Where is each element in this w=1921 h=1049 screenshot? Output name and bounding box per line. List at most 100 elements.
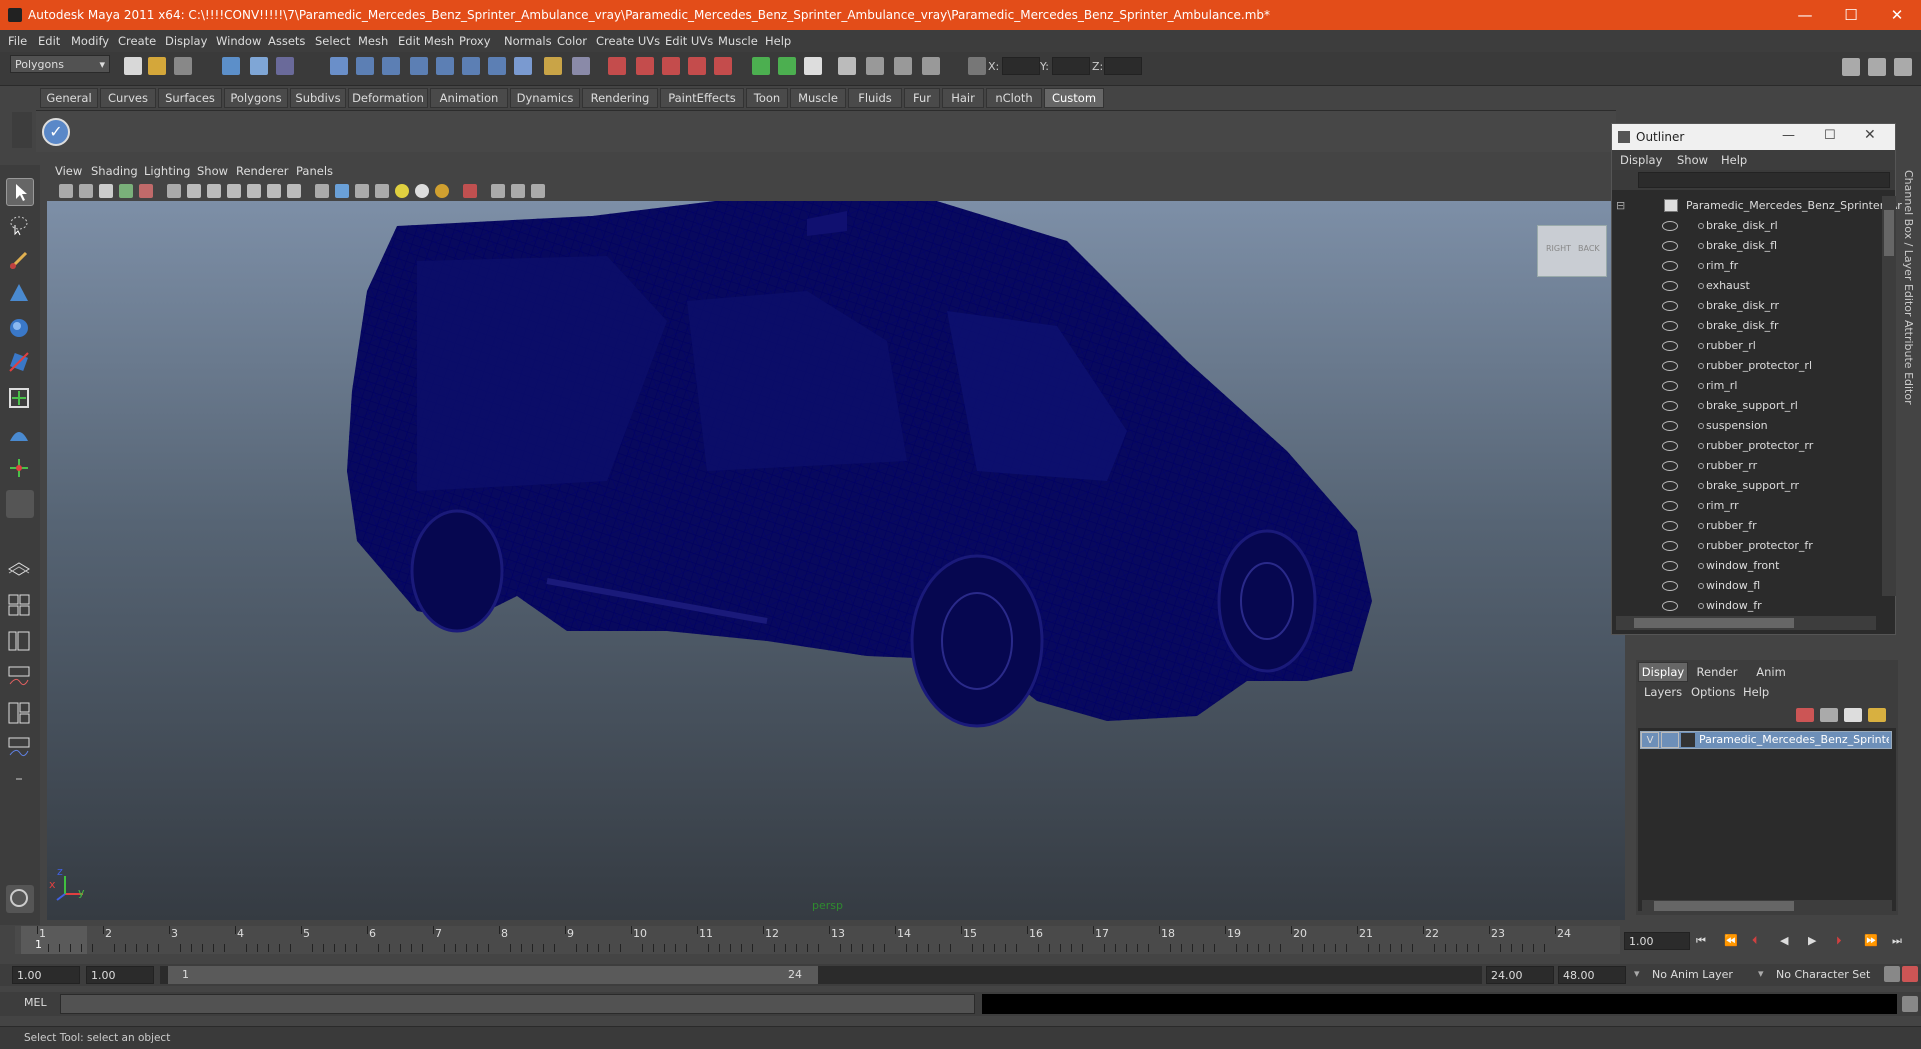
universal-manipulator-icon[interactable] xyxy=(6,385,34,413)
playback-end-field[interactable]: 24.00 xyxy=(1486,966,1554,984)
shelf-tab-fluids[interactable]: Fluids xyxy=(848,88,902,108)
outliner-item[interactable]: rubber_rr xyxy=(1612,456,1882,476)
shelf-tab-surfaces[interactable]: Surfaces xyxy=(158,88,222,108)
outliner-item[interactable]: brake_disk_rr xyxy=(1612,296,1882,316)
perspective-viewport[interactable]: RIGHT BACK x y z persp xyxy=(47,201,1625,920)
animation-end-field[interactable]: 48.00 xyxy=(1558,966,1626,984)
shelf-tab-muscle[interactable]: Muscle xyxy=(790,88,846,108)
outliner-root-row[interactable]: ⊟ Paramedic_Mercedes_Benz_Sprinter_Ar xyxy=(1612,196,1902,216)
mel-label[interactable]: MEL xyxy=(24,996,47,1009)
shelf-tab-animation[interactable]: Animation xyxy=(430,88,508,108)
wireframe-on-shaded-icon[interactable] xyxy=(355,184,369,198)
outliner-menu-show[interactable]: Show xyxy=(1677,153,1708,167)
outliner-h-scroll-thumb[interactable] xyxy=(1634,618,1794,628)
show-manipulator-icon[interactable] xyxy=(6,455,34,483)
menu-edit-uvs[interactable]: Edit UVs xyxy=(665,34,713,48)
step-forward-key-icon[interactable]: ⏩ xyxy=(1864,934,1878,947)
outliner-menu-display[interactable]: Display xyxy=(1620,153,1662,167)
select-by-component-icon[interactable] xyxy=(276,57,294,75)
play-forward-icon[interactable]: ▶ xyxy=(1808,934,1816,947)
smooth-shade-icon[interactable] xyxy=(335,184,349,198)
default-lighting-icon[interactable] xyxy=(395,184,409,198)
outliner-item[interactable]: brake_disk_fr xyxy=(1612,316,1882,336)
safe-action-icon[interactable] xyxy=(267,184,281,198)
layer-tab-display[interactable]: Display xyxy=(1638,662,1688,682)
outliner-item[interactable]: rubber_fr xyxy=(1612,516,1882,536)
script-editor-button-icon[interactable] xyxy=(1902,996,1918,1012)
step-back-key-icon[interactable]: ⏪ xyxy=(1724,934,1738,947)
menu-edit-mesh[interactable]: Edit Mesh xyxy=(398,34,454,48)
shelf-tab-deformation[interactable]: Deformation xyxy=(348,88,428,108)
shelf-tab-rendering[interactable]: Rendering xyxy=(582,88,658,108)
outliner-horizontal-scrollbar[interactable] xyxy=(1616,616,1876,630)
outliner-menu-help[interactable]: Help xyxy=(1721,153,1747,167)
play-backward-icon[interactable]: ◀ xyxy=(1780,934,1788,947)
last-used-tool-icon[interactable] xyxy=(6,490,34,518)
layer-display-type-toggle[interactable] xyxy=(1661,732,1679,748)
viewport-menu-show[interactable]: Show xyxy=(197,164,228,178)
shelf-tab-painteffects[interactable]: PaintEffects xyxy=(660,88,744,108)
maximize-button[interactable]: ☐ xyxy=(1828,0,1874,30)
mel-input[interactable] xyxy=(60,994,975,1014)
lasso-tool-icon[interactable] xyxy=(6,212,34,240)
time-slider[interactable]: 1 1 2 3 4 5 6 7 8 9 10 11 12 13 14 15 16 17 18 19 20 21 22 23 2… xyxy=(15,926,1620,954)
menu-proxy[interactable]: Proxy xyxy=(459,34,491,48)
checkmark-shelf-icon[interactable]: ✓ xyxy=(42,118,70,146)
new-scene-icon[interactable] xyxy=(124,57,142,75)
isolate-select-icon[interactable] xyxy=(463,184,477,198)
anim-layer-dropdown[interactable]: No Anim Layer xyxy=(1648,966,1758,984)
shelf-tab-ncloth[interactable]: nCloth xyxy=(986,88,1042,108)
menu-assets[interactable]: Assets xyxy=(268,34,305,48)
layer-menu-layers[interactable]: Layers xyxy=(1644,685,1682,699)
layers-icon[interactable] xyxy=(894,57,912,75)
four-view-layout-icon[interactable] xyxy=(6,592,34,620)
make-live-icon[interactable] xyxy=(436,57,454,75)
grid-icon[interactable] xyxy=(167,184,181,198)
snap-grid-icon[interactable] xyxy=(330,57,348,75)
view-cube[interactable]: RIGHT BACK xyxy=(1537,225,1607,277)
go-to-end-icon[interactable]: ⏭ xyxy=(1892,934,1902,948)
ipr-render-icon[interactable] xyxy=(662,57,680,75)
menu-window[interactable]: Window xyxy=(216,34,261,48)
x-field[interactable] xyxy=(1002,57,1040,75)
shelf-tab-curves[interactable]: Curves xyxy=(100,88,156,108)
soft-modification-icon[interactable] xyxy=(6,421,34,449)
save-scene-icon[interactable] xyxy=(174,57,192,75)
input-ops-icon[interactable] xyxy=(752,57,770,75)
camera-icon[interactable] xyxy=(838,57,856,75)
layer-tab-render[interactable]: Render xyxy=(1690,662,1744,682)
outliner-maximize-button[interactable]: ☐ xyxy=(1824,128,1836,143)
film-gate-icon[interactable] xyxy=(187,184,201,198)
collapse-icon[interactable]: ⊟ xyxy=(1616,199,1625,212)
menu-help[interactable]: Help xyxy=(765,34,791,48)
help-line-icon[interactable] xyxy=(514,57,532,75)
menu-normals[interactable]: Normals xyxy=(504,34,552,48)
textured-icon[interactable] xyxy=(375,184,389,198)
layer-visibility-toggle[interactable]: V xyxy=(1641,732,1659,748)
render-view-icon[interactable] xyxy=(608,57,626,75)
outliner-item[interactable]: rim_rl xyxy=(1612,376,1882,396)
shelf-tab-toon[interactable]: Toon xyxy=(746,88,788,108)
hypershade-persp-layout-icon[interactable] xyxy=(6,700,34,728)
shadows-icon[interactable] xyxy=(435,184,449,198)
select-by-object-icon[interactable] xyxy=(250,57,268,75)
lock-icon[interactable] xyxy=(544,57,562,75)
attribute-editor-side-tab[interactable]: Attribute Editor xyxy=(1902,320,1915,405)
shelf-tab-hair[interactable]: Hair xyxy=(942,88,984,108)
outliner-close-button[interactable]: ✕ xyxy=(1864,127,1876,143)
persp-graph-outliner-layout-icon[interactable] xyxy=(6,735,34,763)
outliner-item[interactable]: rubber_protector_fr xyxy=(1612,536,1882,556)
outliner-scroll-thumb[interactable] xyxy=(1884,210,1894,256)
outliner-item[interactable]: rubber_rl xyxy=(1612,336,1882,356)
paint-select-tool-icon[interactable] xyxy=(6,247,34,275)
select-by-hierarchy-icon[interactable] xyxy=(222,57,240,75)
z-field[interactable] xyxy=(1104,57,1142,75)
construction-history-icon[interactable] xyxy=(488,57,506,75)
safe-title-icon[interactable] xyxy=(287,184,301,198)
layer-row[interactable]: V Paramedic_Mercedes_Benz_Sprinter_ xyxy=(1640,731,1892,749)
xray-icon[interactable] xyxy=(491,184,505,198)
shelf-tab-polygons[interactable]: Polygons xyxy=(224,88,288,108)
panel-toggle-icon[interactable] xyxy=(1842,58,1860,76)
range-slider-track[interactable]: 1 24 xyxy=(160,966,1482,984)
menu-muscle[interactable]: Muscle xyxy=(718,34,758,48)
